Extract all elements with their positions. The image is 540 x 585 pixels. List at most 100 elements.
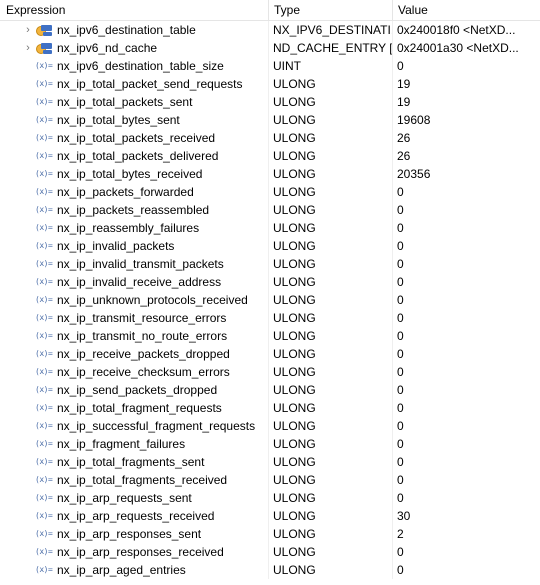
expression-cell[interactable]: › nx_ipv6_destination_table	[0, 21, 268, 39]
value-cell[interactable]: 0	[392, 435, 540, 453]
table-row[interactable]: (x)= nx_ip_total_fragments_received ULONG 0	[0, 471, 540, 489]
value-cell[interactable]: 0	[392, 273, 540, 291]
expression-cell[interactable]: (x)= nx_ip_total_bytes_sent	[0, 111, 268, 129]
value-cell[interactable]: 19	[392, 93, 540, 111]
value-cell[interactable]: 0	[392, 417, 540, 435]
column-header-value[interactable]: Value	[392, 0, 540, 20]
value-cell[interactable]: 0	[392, 57, 540, 75]
expression-cell[interactable]: (x)= nx_ip_invalid_packets	[0, 237, 268, 255]
value-cell[interactable]: 0	[392, 543, 540, 561]
expression-cell[interactable]: (x)= nx_ip_transmit_no_route_errors	[0, 327, 268, 345]
table-row[interactable]: (x)= nx_ip_unknown_protocols_received ULON…	[0, 291, 540, 309]
chevron-right-icon[interactable]: ›	[23, 39, 33, 57]
expression-cell[interactable]: (x)= nx_ip_packets_forwarded	[0, 183, 268, 201]
table-row[interactable]: (x)= nx_ip_receive_checksum_errors ULONG 0	[0, 363, 540, 381]
expression-cell[interactable]: (x)= nx_ip_total_packets_delivered	[0, 147, 268, 165]
expression-cell[interactable]: (x)= nx_ip_arp_requests_sent	[0, 489, 268, 507]
value-cell[interactable]: 20356	[392, 165, 540, 183]
expression-cell[interactable]: (x)= nx_ip_total_fragment_requests	[0, 399, 268, 417]
table-row[interactable]: (x)= nx_ip_arp_aged_entries ULONG 0	[0, 561, 540, 579]
value-cell[interactable]: 19608	[392, 111, 540, 129]
value-cell[interactable]: 0	[392, 381, 540, 399]
expression-cell[interactable]: (x)= nx_ip_fragment_failures	[0, 435, 268, 453]
table-row[interactable]: (x)= nx_ip_send_packets_dropped ULONG 0	[0, 381, 540, 399]
expression-cell[interactable]: (x)= nx_ip_send_packets_dropped	[0, 381, 268, 399]
type-cell: ULONG	[268, 147, 392, 165]
expression-cell[interactable]: (x)= nx_ip_reassembly_failures	[0, 219, 268, 237]
expression-cell[interactable]: (x)= nx_ip_total_packet_send_requests	[0, 75, 268, 93]
table-row[interactable]: (x)= nx_ip_fragment_failures ULONG 0	[0, 435, 540, 453]
expression-cell[interactable]: (x)= nx_ip_transmit_resource_errors	[0, 309, 268, 327]
expression-cell[interactable]: (x)= nx_ip_packets_reassembled	[0, 201, 268, 219]
expression-cell[interactable]: (x)= nx_ip_arp_requests_received	[0, 507, 268, 525]
table-row[interactable]: (x)= nx_ip_total_packets_sent ULONG 19	[0, 93, 540, 111]
column-header-expression[interactable]: Expression	[0, 0, 268, 20]
table-row[interactable]: (x)= nx_ip_reassembly_failures ULONG 0	[0, 219, 540, 237]
table-row[interactable]: (x)= nx_ip_arp_requests_sent ULONG 0	[0, 489, 540, 507]
table-row[interactable]: › nx_ipv6_nd_cache ND_CACHE_ENTRY [... 0x24…	[0, 39, 540, 57]
table-row[interactable]: (x)= nx_ip_transmit_no_route_errors ULONG 0	[0, 327, 540, 345]
value-cell[interactable]: 0	[392, 219, 540, 237]
table-row[interactable]: (x)= nx_ip_packets_forwarded ULONG 0	[0, 183, 540, 201]
value-cell[interactable]: 30	[392, 507, 540, 525]
value-cell[interactable]: 0	[392, 561, 540, 579]
value-cell[interactable]: 0	[392, 327, 540, 345]
column-header-type[interactable]: Type	[268, 0, 392, 20]
table-row[interactable]: (x)= nx_ip_total_packets_delivered ULONG 26	[0, 147, 540, 165]
expression-cell[interactable]: (x)= nx_ip_invalid_receive_address	[0, 273, 268, 291]
expression-cell[interactable]: (x)= nx_ip_arp_responses_received	[0, 543, 268, 561]
table-row[interactable]: (x)= nx_ip_successful_fragment_requests UL…	[0, 417, 540, 435]
value-cell[interactable]: 0x240018f0 <NetXD...	[392, 21, 540, 39]
value-cell[interactable]: 26	[392, 147, 540, 165]
value-cell[interactable]: 0	[392, 309, 540, 327]
value-cell[interactable]: 0	[392, 183, 540, 201]
expression-cell[interactable]: (x)= nx_ipv6_destination_table_size	[0, 57, 268, 75]
expression-cell[interactable]: (x)= nx_ip_total_fragments_received	[0, 471, 268, 489]
table-row[interactable]: (x)= nx_ipv6_destination_table_size UINT 0	[0, 57, 540, 75]
table-row[interactable]: (x)= nx_ip_total_bytes_received ULONG 20356	[0, 165, 540, 183]
table-row[interactable]: (x)= nx_ip_packets_reassembled ULONG 0	[0, 201, 540, 219]
value-cell[interactable]: 2	[392, 525, 540, 543]
table-row[interactable]: (x)= nx_ip_arp_responses_received ULONG 0	[0, 543, 540, 561]
value-cell[interactable]: 0x24001a30 <NetXD...	[392, 39, 540, 57]
value-cell[interactable]: 19	[392, 75, 540, 93]
expression-cell[interactable]: (x)= nx_ip_total_fragments_sent	[0, 453, 268, 471]
expression-cell[interactable]: (x)= nx_ip_receive_checksum_errors	[0, 363, 268, 381]
expression-cell[interactable]: (x)= nx_ip_unknown_protocols_received	[0, 291, 268, 309]
value-cell[interactable]: 0	[392, 363, 540, 381]
expression-cell[interactable]: (x)= nx_ip_invalid_transmit_packets	[0, 255, 268, 273]
expression-cell[interactable]: (x)= nx_ip_total_packets_sent	[0, 93, 268, 111]
table-row[interactable]: (x)= nx_ip_total_packets_received ULONG 26	[0, 129, 540, 147]
expression-cell[interactable]: (x)= nx_ip_successful_fragment_requests	[0, 417, 268, 435]
table-row[interactable]: (x)= nx_ip_invalid_transmit_packets ULONG 0	[0, 255, 540, 273]
expression-cell[interactable]: (x)= nx_ip_receive_packets_dropped	[0, 345, 268, 363]
table-row[interactable]: › nx_ipv6_destination_table NX_IPV6_DESTIN…	[0, 21, 540, 39]
expression-cell[interactable]: › nx_ipv6_nd_cache	[0, 39, 268, 57]
expression-cell[interactable]: (x)= nx_ip_total_bytes_received	[0, 165, 268, 183]
value-cell[interactable]: 0	[392, 291, 540, 309]
table-row[interactable]: (x)= nx_ip_receive_packets_dropped ULONG 0	[0, 345, 540, 363]
chevron-right-icon[interactable]: ›	[23, 21, 33, 39]
expression-cell[interactable]: (x)= nx_ip_total_packets_received	[0, 129, 268, 147]
value-cell[interactable]: 0	[392, 345, 540, 363]
value-cell[interactable]: 0	[392, 453, 540, 471]
value-cell[interactable]: 0	[392, 201, 540, 219]
table-row[interactable]: (x)= nx_ip_invalid_receive_address ULONG 0	[0, 273, 540, 291]
type-cell: ULONG	[268, 363, 392, 381]
table-row[interactable]: (x)= nx_ip_total_fragment_requests ULONG 0	[0, 399, 540, 417]
value-cell[interactable]: 0	[392, 237, 540, 255]
value-cell[interactable]: 0	[392, 255, 540, 273]
value-cell[interactable]: 0	[392, 489, 540, 507]
value-cell[interactable]: 26	[392, 129, 540, 147]
table-row[interactable]: (x)= nx_ip_transmit_resource_errors ULONG 0	[0, 309, 540, 327]
expression-cell[interactable]: (x)= nx_ip_arp_responses_sent	[0, 525, 268, 543]
table-row[interactable]: (x)= nx_ip_total_packet_send_requests ULON…	[0, 75, 540, 93]
table-row[interactable]: (x)= nx_ip_total_fragments_sent ULONG 0	[0, 453, 540, 471]
expression-cell[interactable]: (x)= nx_ip_arp_aged_entries	[0, 561, 268, 579]
table-row[interactable]: (x)= nx_ip_total_bytes_sent ULONG 19608	[0, 111, 540, 129]
value-cell[interactable]: 0	[392, 471, 540, 489]
table-row[interactable]: (x)= nx_ip_arp_requests_received ULONG 30	[0, 507, 540, 525]
table-row[interactable]: (x)= nx_ip_invalid_packets ULONG 0	[0, 237, 540, 255]
table-row[interactable]: (x)= nx_ip_arp_responses_sent ULONG 2	[0, 525, 540, 543]
value-cell[interactable]: 0	[392, 399, 540, 417]
